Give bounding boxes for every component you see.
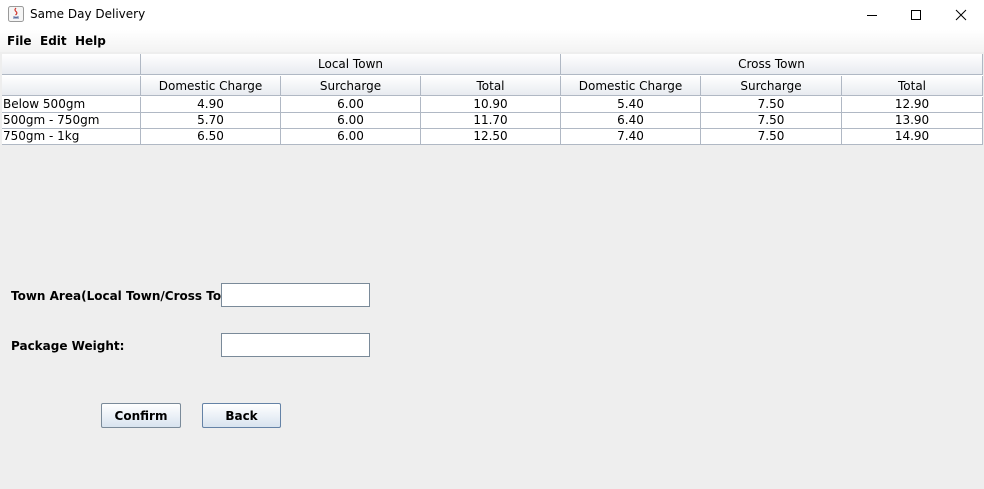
table-cell[interactable]: 7.50 (701, 129, 842, 145)
menu-help[interactable]: Help (75, 34, 106, 48)
town-area-input[interactable] (221, 283, 370, 307)
table-cell[interactable]: 7.50 (701, 113, 842, 129)
table-cell[interactable]: 12.90 (842, 97, 983, 113)
table-column-header[interactable]: Surcharge (701, 76, 842, 96)
table-cell[interactable]: 7.50 (701, 97, 842, 113)
table-row-label[interactable]: 500gm - 750gm (2, 113, 141, 129)
table-cell[interactable]: 12.50 (421, 129, 561, 145)
table-cell[interactable]: 5.70 (141, 113, 281, 129)
confirm-button[interactable]: Confirm (101, 403, 181, 428)
maximize-icon (911, 10, 921, 20)
table-row-label[interactable]: 750gm - 1kg (2, 129, 141, 145)
package-weight-label: Package Weight: (11, 339, 125, 353)
table-column-header[interactable]: Total (842, 76, 983, 96)
table-row-label[interactable]: Below 500gm (2, 97, 141, 113)
table-group-header-local-town[interactable]: Local Town (141, 54, 561, 75)
table-column-header[interactable]: Domestic Charge (141, 76, 281, 96)
table-cell[interactable]: 4.90 (141, 97, 281, 113)
back-button[interactable]: Back (202, 403, 281, 428)
table-cell[interactable]: 6.00 (281, 129, 421, 145)
table-group-header-cross-town[interactable]: Cross Town (561, 54, 983, 75)
table-column-header[interactable]: Total (421, 76, 561, 96)
close-icon (955, 9, 967, 21)
table-cell[interactable]: 5.40 (561, 97, 701, 113)
minimize-icon (867, 15, 877, 16)
table-cell[interactable]: 11.70 (421, 113, 561, 129)
window-title: Same Day Delivery (30, 7, 146, 21)
menu-bar: File Edit Help (0, 30, 984, 52)
title-bar: Same Day Delivery (0, 0, 984, 30)
package-weight-input[interactable] (221, 333, 370, 357)
town-area-label: Town Area(Local Town/Cross Town): (11, 289, 251, 303)
maximize-button[interactable] (893, 0, 939, 30)
table-column-header[interactable]: Domestic Charge (561, 76, 701, 96)
table-cell[interactable]: 7.40 (561, 129, 701, 145)
table-column-header[interactable]: Surcharge (281, 76, 421, 96)
table-cell[interactable]: 14.90 (842, 129, 983, 145)
table-cell[interactable]: 6.00 (281, 97, 421, 113)
table-cell[interactable]: 6.00 (281, 113, 421, 129)
table-column-header[interactable] (2, 76, 141, 96)
menu-file[interactable]: File (7, 34, 32, 48)
rates-table[interactable]: Local Town Cross Town Domestic Charge Surch… (2, 54, 983, 145)
table-group-header-blank[interactable] (2, 54, 141, 75)
table-cell[interactable]: 10.90 (421, 97, 561, 113)
table-cell[interactable]: 6.50 (141, 129, 281, 145)
minimize-button[interactable] (849, 0, 895, 30)
java-app-icon (8, 6, 24, 22)
table-cell[interactable]: 13.90 (842, 113, 983, 129)
close-button[interactable] (938, 0, 984, 30)
table-cell[interactable]: 6.40 (561, 113, 701, 129)
menu-edit[interactable]: Edit (40, 34, 67, 48)
